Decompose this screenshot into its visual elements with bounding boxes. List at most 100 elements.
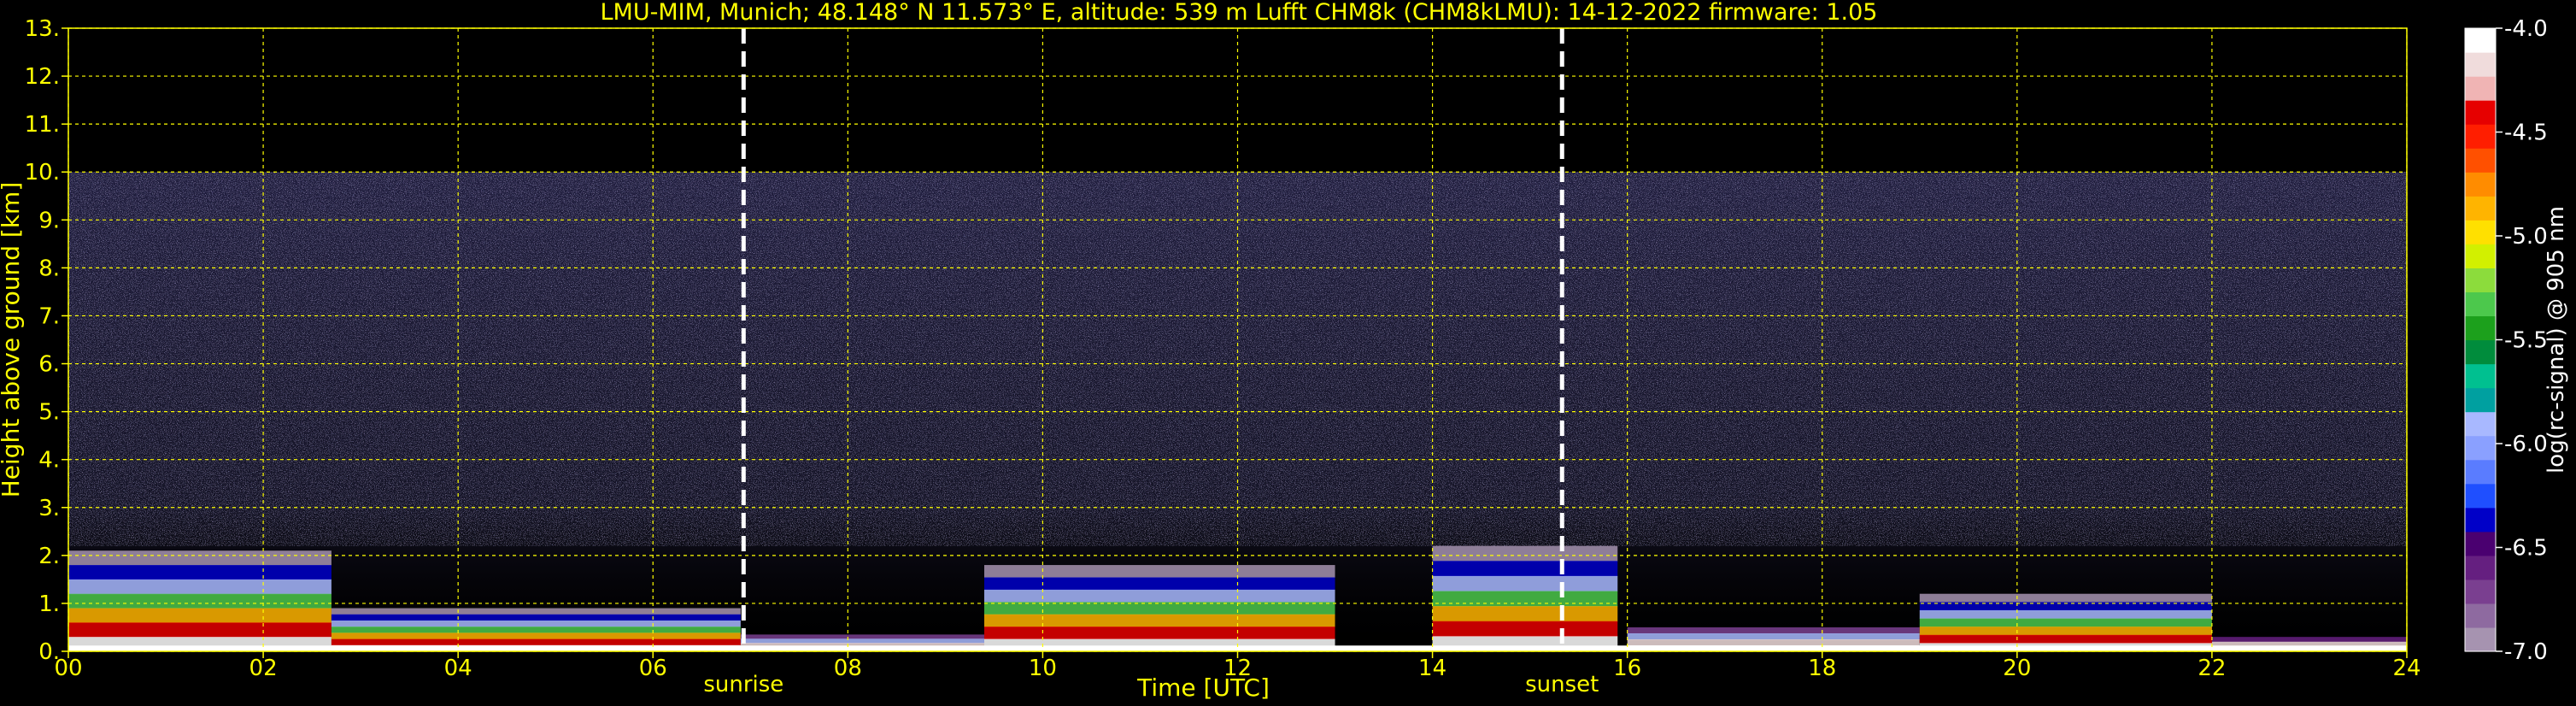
layer-band <box>2211 637 2407 643</box>
x-tick-label: 00 <box>54 656 82 681</box>
y-tick-label: 2. <box>38 544 60 569</box>
x-tick-label: 24 <box>2392 656 2421 681</box>
layer-band <box>983 565 1335 578</box>
layer-band <box>1432 591 1618 607</box>
colorbar-segment <box>2465 196 2496 221</box>
layer-band <box>1919 634 2212 644</box>
colorbar-segment <box>2465 339 2496 365</box>
colorbar-segment <box>2465 579 2496 604</box>
layer-band <box>68 622 332 638</box>
layer-band <box>1627 638 1920 646</box>
colorbar-label: log(rc-signal) @ 905 nm <box>2544 206 2569 474</box>
y-tick-label: 6. <box>38 352 60 378</box>
layer-band <box>68 608 332 623</box>
x-tick-label: 02 <box>249 656 278 681</box>
colorbar-segment <box>2465 627 2496 652</box>
y-tick-label: 10. <box>25 160 60 185</box>
chart-title: LMU-MIM, Munich; 48.148° N 11.573° E, al… <box>601 0 1878 26</box>
colorbar-tick-label: -7.0 <box>2504 639 2548 665</box>
layer-band <box>1627 632 1920 640</box>
layer-4 <box>1432 545 1618 652</box>
y-tick-label: 13. <box>25 16 60 42</box>
layer-band <box>68 565 332 580</box>
x-tick-label: 20 <box>2003 656 2031 681</box>
colorbar-tick-label: -5.5 <box>2504 328 2548 354</box>
colorbar-segment <box>2465 124 2496 149</box>
annotation-label: sunrise <box>703 672 783 697</box>
colorbar-segment <box>2465 244 2496 268</box>
layer-3 <box>983 565 1335 652</box>
colorbar-tick-label: -4.5 <box>2504 121 2548 146</box>
colorbar-segment <box>2465 459 2496 485</box>
layer-6 <box>1919 593 2212 652</box>
x-tick-label: 18 <box>1808 656 1836 681</box>
y-tick-label: 11. <box>25 112 60 138</box>
colorbar-tick-label: -5.0 <box>2504 224 2548 250</box>
colorbar-segment <box>2465 411 2496 437</box>
layer-band <box>1919 627 2212 636</box>
colorbar-segment <box>2465 483 2496 509</box>
colorbar-segment <box>2465 363 2496 389</box>
y-axis-label: Height above ground [km] <box>0 182 25 498</box>
layer-band <box>740 634 984 639</box>
x-tick-label: 16 <box>1613 656 1641 681</box>
colorbar-segment <box>2465 52 2496 77</box>
colorbar-tick-label: -6.0 <box>2504 432 2548 457</box>
y-tick-label: 8. <box>38 256 60 281</box>
colorbar-segment <box>2465 315 2496 341</box>
y-tick-label: 12. <box>25 64 60 90</box>
y-tick-label: 1. <box>38 591 60 617</box>
colorbar-segment <box>2465 291 2496 317</box>
layer-0 <box>68 550 332 652</box>
annotation-label: sunset <box>1525 672 1599 697</box>
layer-band <box>331 632 741 640</box>
layer-band <box>1432 606 1618 622</box>
layer-band <box>1432 545 1618 562</box>
layer-band <box>331 608 741 615</box>
colorbar-segment <box>2465 148 2496 173</box>
y-tick-label: 5. <box>38 400 60 426</box>
layer-band <box>983 627 1335 640</box>
colorbar-segment <box>2465 387 2496 413</box>
x-tick-label: 08 <box>834 656 862 681</box>
layer-band <box>983 577 1335 591</box>
ceilometer-chart: LMU-MIM, Munich; 48.148° N 11.573° E, al… <box>0 0 2576 706</box>
layer-band <box>983 589 1335 603</box>
x-tick-label: 22 <box>2198 656 2226 681</box>
colorbar-segment <box>2465 555 2496 580</box>
colorbar-segment <box>2465 76 2496 101</box>
layer-band <box>68 593 332 609</box>
colorbar-segment <box>2465 220 2496 244</box>
layer-band <box>331 638 741 646</box>
layer-band <box>1627 627 1920 634</box>
layer-band <box>1432 561 1618 577</box>
layer-band <box>68 579 332 595</box>
layer-band <box>1919 618 2212 627</box>
layer-band <box>331 620 741 627</box>
layer-band <box>68 550 332 566</box>
y-tick-label: 9. <box>38 208 60 233</box>
colorbar-tick-label: -4.0 <box>2504 16 2548 42</box>
x-tick-label: 10 <box>1029 656 1057 681</box>
x-tick-label: 06 <box>639 656 667 681</box>
colorbar-segment <box>2465 268 2496 293</box>
y-tick-label: 7. <box>38 303 60 329</box>
colorbar-segment <box>2465 603 2496 628</box>
layer-band <box>1919 593 2212 603</box>
layer-band <box>331 614 741 621</box>
y-tick-label: 4. <box>38 448 60 474</box>
colorbar-segment <box>2465 531 2496 556</box>
layer-band <box>1432 575 1618 592</box>
layer-1 <box>331 608 741 652</box>
y-tick-label: 3. <box>38 496 60 521</box>
colorbar-segment <box>2465 100 2496 125</box>
layer-band <box>983 602 1335 615</box>
layer-band <box>1432 621 1618 637</box>
colorbar-tick-label: -6.5 <box>2504 536 2548 562</box>
x-axis-label: Time [UTC] <box>1136 674 1270 702</box>
x-tick-label: 14 <box>1418 656 1446 681</box>
colorbar-segment <box>2465 435 2496 461</box>
layer-band <box>983 614 1335 627</box>
layer-band <box>331 627 741 633</box>
colorbar-segment <box>2465 172 2496 197</box>
